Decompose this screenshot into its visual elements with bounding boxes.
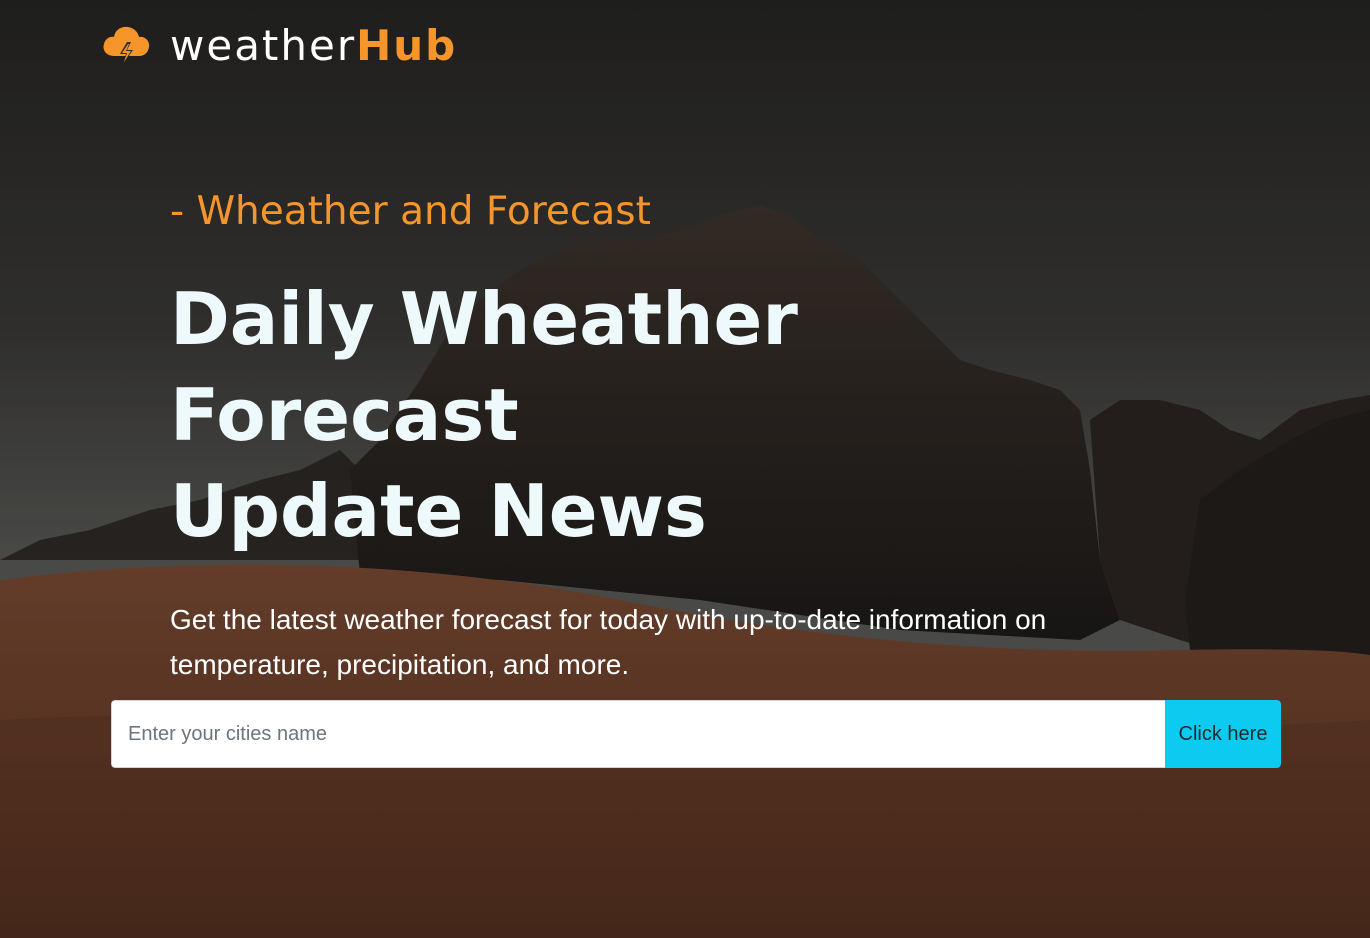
search-submit-button[interactable]: Click here bbox=[1165, 700, 1281, 768]
brand-name-accent: Hub bbox=[356, 21, 458, 70]
brand-name-prefix: weather bbox=[170, 21, 357, 70]
hero-eyebrow: - Wheather and Forecast bbox=[170, 189, 651, 234]
cloud-lightning-icon[interactable] bbox=[100, 20, 152, 72]
hero-lead: Get the latest weather forecast for toda… bbox=[170, 603, 1047, 680]
hero-headline-line2: Update News bbox=[170, 468, 707, 553]
hero-headline: Daily Wheather Forecast Update News bbox=[170, 271, 1170, 559]
navbar: weatherHub bbox=[100, 18, 457, 74]
brand-logo[interactable]: weatherHub bbox=[170, 25, 457, 67]
city-search-form: Click here bbox=[111, 700, 1281, 768]
city-search-input[interactable] bbox=[111, 700, 1165, 768]
hero-headline-line1: Daily Wheather Forecast bbox=[170, 276, 798, 457]
hero-content: - Wheather and Forecast Daily Wheather F… bbox=[170, 189, 1170, 687]
hero-section: weatherHub - Wheather and Forecast Daily… bbox=[0, 0, 1370, 938]
